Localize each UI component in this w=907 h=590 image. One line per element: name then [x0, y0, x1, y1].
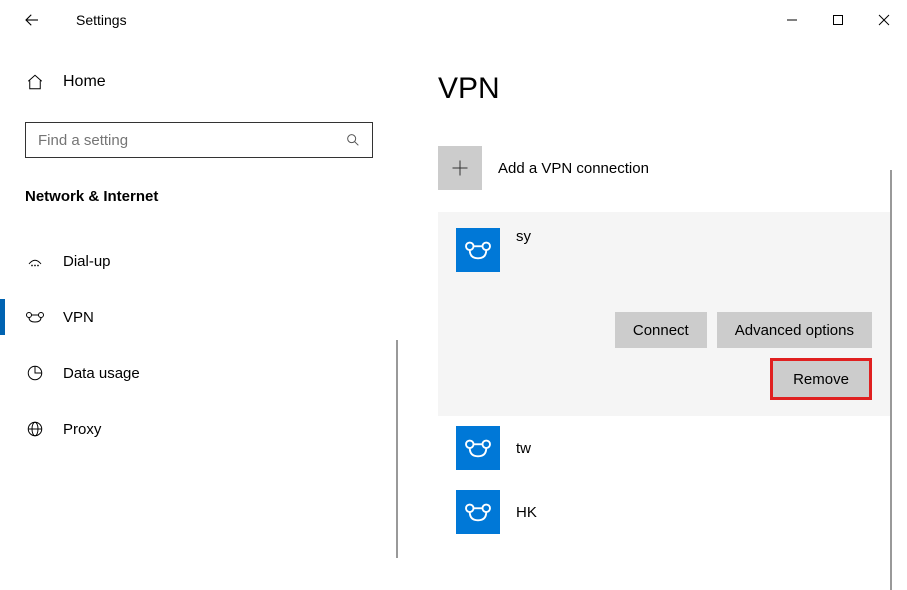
nav-item-datausage[interactable]: Data usage [25, 345, 373, 401]
nav-item-label: Data usage [63, 365, 140, 382]
nav-item-dialup[interactable]: Dial-up [25, 233, 373, 289]
nav-item-label: VPN [63, 309, 94, 326]
minimize-button[interactable] [769, 0, 815, 40]
vpn-name: HK [516, 504, 537, 521]
search-input[interactable] [36, 131, 344, 150]
remove-button[interactable]: Remove [773, 361, 869, 397]
vpn-name: sy [516, 228, 531, 245]
titlebar: Settings [0, 0, 907, 40]
connect-button[interactable]: Connect [615, 312, 707, 348]
plus-icon [438, 146, 482, 190]
datausage-icon [25, 363, 45, 383]
main-content: VPN Add a VPN connection [398, 40, 907, 558]
advanced-options-button[interactable]: Advanced options [717, 312, 872, 348]
nav-item-vpn[interactable]: VPN [25, 289, 373, 345]
back-button[interactable] [18, 6, 46, 34]
proxy-icon [25, 419, 45, 439]
search-icon [344, 131, 362, 149]
nav-item-proxy[interactable]: Proxy [25, 401, 373, 457]
add-vpn-button[interactable]: Add a VPN connection [438, 146, 907, 190]
add-vpn-label: Add a VPN connection [498, 160, 649, 177]
window-title: Settings [76, 12, 127, 28]
nav-item-label: Proxy [63, 421, 101, 438]
vpn-icon [25, 307, 45, 327]
vpn-connection-icon [456, 228, 500, 272]
nav-item-label: Dial-up [63, 253, 111, 270]
vpn-connection-icon [456, 490, 500, 534]
vpn-entry-selected[interactable]: sy Connect Advanced options Remove [438, 212, 892, 416]
maximize-button[interactable] [815, 0, 861, 40]
dialup-icon [25, 251, 45, 271]
sidebar: Home Network & Internet Dial-up [0, 40, 398, 558]
remove-highlight: Remove [770, 358, 872, 400]
content-scrollbar[interactable] [890, 170, 892, 590]
nav-category: Network & Internet [25, 188, 373, 205]
vpn-connection-icon [456, 426, 500, 470]
vpn-name: tw [516, 440, 531, 457]
nav-home-label: Home [63, 73, 106, 91]
vpn-entry[interactable]: HK [438, 480, 907, 544]
nav-home[interactable]: Home [25, 72, 373, 92]
page-title: VPN [438, 72, 907, 106]
home-icon [25, 72, 45, 92]
close-button[interactable] [861, 0, 907, 40]
vpn-entry[interactable]: tw [438, 416, 907, 480]
search-box[interactable] [25, 122, 373, 158]
